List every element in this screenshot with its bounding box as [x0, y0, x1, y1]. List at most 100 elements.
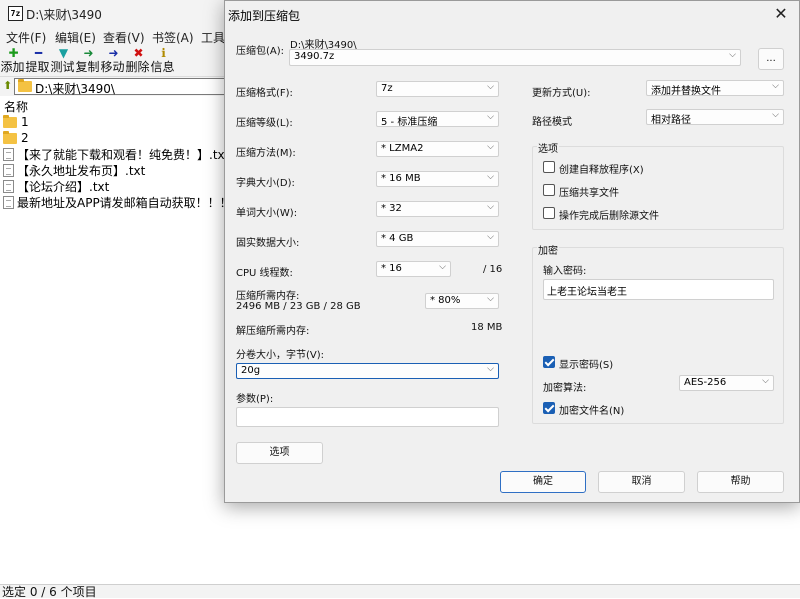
menu-edit[interactable]: 编辑(E)	[55, 29, 96, 46]
password-value: 上老王论坛当老王	[547, 287, 627, 298]
list-item[interactable]: 【论坛介绍】.txt	[3, 178, 109, 194]
dictionary-select[interactable]: * 16 MB ⌵	[376, 171, 499, 187]
path-mode-label: 路径模式	[532, 117, 572, 128]
folder-icon	[3, 130, 17, 144]
menu-view[interactable]: 查看(V)	[103, 29, 145, 46]
column-header-name[interactable]: 名称	[4, 98, 28, 115]
chevron-down-icon: ⌵	[487, 202, 494, 212]
solid-block-select[interactable]: * 4 GB ⌵	[376, 231, 499, 247]
method-value: * LZMA2	[381, 143, 424, 154]
ok-button[interactable]: 确定	[500, 471, 586, 493]
address-text: D:\来财\3490\	[35, 82, 115, 96]
list-item[interactable]: 最新地址及APP请发邮箱自动获取！！！.txt	[3, 194, 252, 210]
solid-block-label: 固实数据大小:	[236, 238, 300, 249]
browse-button[interactable]: ...	[758, 48, 784, 70]
cancel-button[interactable]: 取消	[598, 471, 685, 493]
path-mode-select[interactable]: 相对路径 ⌵	[646, 109, 784, 126]
address-input[interactable]: D:\来财\3490\	[14, 78, 234, 96]
format-select[interactable]: 7z ⌵	[376, 81, 499, 97]
memory-label: 压缩所需内存:	[236, 291, 300, 302]
archive-name-combo[interactable]: 3490.7z ⌵	[289, 49, 741, 66]
test-label: 测试	[50, 60, 75, 74]
close-icon[interactable]: ✕	[770, 3, 792, 25]
status-bar: 选定 0 / 6 个项目	[0, 584, 800, 599]
cpu-threads-value: * 16	[381, 263, 402, 274]
chevron-down-icon: ⌵	[439, 262, 446, 272]
show-password-label: 显示密码(S)	[559, 360, 614, 371]
method-select[interactable]: * LZMA2 ⌵	[376, 141, 499, 157]
info-icon: ℹ	[161, 46, 166, 60]
list-item[interactable]: 2	[3, 130, 29, 146]
cpu-threads-label: CPU 线程数:	[236, 268, 293, 279]
sfx-label: 创建自释放程序(X)	[559, 165, 644, 176]
dictionary-value: * 16 MB	[381, 173, 421, 184]
sfx-checkbox[interactable]	[543, 161, 555, 173]
password-label: 输入密码:	[543, 266, 587, 277]
file-name: 1	[21, 115, 29, 129]
show-password-checkbox[interactable]	[543, 356, 555, 368]
move-icon: ➜	[108, 46, 119, 60]
options-button[interactable]: 选项	[236, 442, 323, 464]
list-item[interactable]: 【永久地址发布页】.txt	[3, 162, 145, 178]
move-label: 移动	[100, 60, 125, 74]
level-label: 压缩等级(L):	[236, 118, 293, 129]
menu-file[interactable]: 文件(F)	[6, 29, 46, 46]
up-folder-icon[interactable]: ⬆	[3, 79, 12, 92]
status-text: 选定 0 / 6 个项目	[2, 585, 97, 599]
move-button[interactable]: ➜ 移动	[100, 46, 126, 75]
encryption-method-select[interactable]: AES-256 ⌵	[679, 375, 774, 391]
update-mode-select[interactable]: 添加并替换文件 ⌵	[646, 80, 784, 97]
help-button[interactable]: 帮助	[697, 471, 784, 493]
split-size-combo[interactable]: 20g ⌵	[236, 363, 499, 379]
chevron-down-icon: ⌵	[729, 50, 736, 60]
memory-value: 2496 MB / 23 GB / 28 GB	[236, 301, 361, 312]
test-button[interactable]: ▼ 测试	[50, 46, 76, 75]
chevron-down-icon: ⌵	[487, 112, 494, 122]
dialog-title: 添加到压缩包	[228, 9, 301, 23]
main-window-title: D:\来财\3490	[26, 8, 102, 22]
list-item[interactable]: 1	[3, 114, 29, 130]
archive-label: 压缩包(A):	[236, 46, 285, 57]
update-mode-value: 添加并替换文件	[651, 86, 721, 97]
level-select[interactable]: 5 - 标准压缩 ⌵	[376, 111, 499, 128]
chevron-down-icon: ⌵	[487, 172, 494, 182]
text-file-icon	[3, 179, 14, 193]
add-icon: ✚	[8, 46, 19, 60]
encrypt-names-label: 加密文件名(N)	[559, 406, 625, 417]
menu-bookmarks[interactable]: 书签(A)	[152, 29, 194, 46]
word-size-select[interactable]: * 32 ⌵	[376, 201, 499, 217]
chevron-down-icon: ⌵	[762, 376, 769, 386]
memory-percent-select[interactable]: * 80% ⌵	[425, 293, 499, 309]
info-label: 信息	[150, 60, 175, 74]
chevron-down-icon: ⌵	[772, 81, 779, 91]
list-item[interactable]: 【来了就能下载和观看！纯免费！】.txt	[3, 146, 229, 162]
cpu-threads-select[interactable]: * 16 ⌵	[376, 261, 451, 277]
delete-after-label: 操作完成后删除源文件	[559, 211, 659, 222]
encryption-group: 加密 输入密码: 上老王论坛当老王 显示密码(S) 加密算法: AES-256 …	[532, 242, 784, 424]
chevron-down-icon: ⌵	[772, 110, 779, 120]
password-input[interactable]: 上老王论坛当老王	[543, 279, 774, 300]
file-list: 名称 1 2 【来了就能下载和观看！纯免费！】.txt 【永久地址发布页】.tx…	[0, 96, 252, 584]
encrypt-names-checkbox[interactable]	[543, 402, 555, 414]
parameters-input[interactable]	[236, 407, 499, 427]
encryption-method-label: 加密算法:	[543, 383, 587, 394]
extract-label: 提取	[25, 60, 50, 74]
extract-button[interactable]: ━ 提取	[25, 46, 51, 75]
extract-icon: ━	[34, 46, 43, 60]
info-button[interactable]: ℹ 信息	[150, 46, 176, 75]
dictionary-label: 字典大小(D):	[236, 178, 295, 189]
delete-button[interactable]: ✖ 删除	[125, 46, 151, 75]
chevron-down-icon: ⌵	[487, 364, 494, 374]
menu-tools[interactable]: 工具	[201, 29, 225, 46]
shared-files-checkbox[interactable]	[543, 184, 555, 196]
text-file-icon	[3, 147, 14, 161]
file-name: 【永久地址发布页】.txt	[17, 163, 146, 178]
level-value: 5 - 标准压缩	[381, 117, 438, 128]
delete-after-checkbox[interactable]	[543, 207, 555, 219]
add-label: 添加	[0, 60, 25, 74]
delete-icon: ✖	[133, 46, 144, 60]
options-group-title: 选项	[537, 140, 559, 155]
add-button[interactable]: ✚ 添加	[0, 46, 26, 75]
copy-button[interactable]: ➜ 复制	[75, 46, 101, 75]
split-size-value: 20g	[241, 365, 261, 376]
